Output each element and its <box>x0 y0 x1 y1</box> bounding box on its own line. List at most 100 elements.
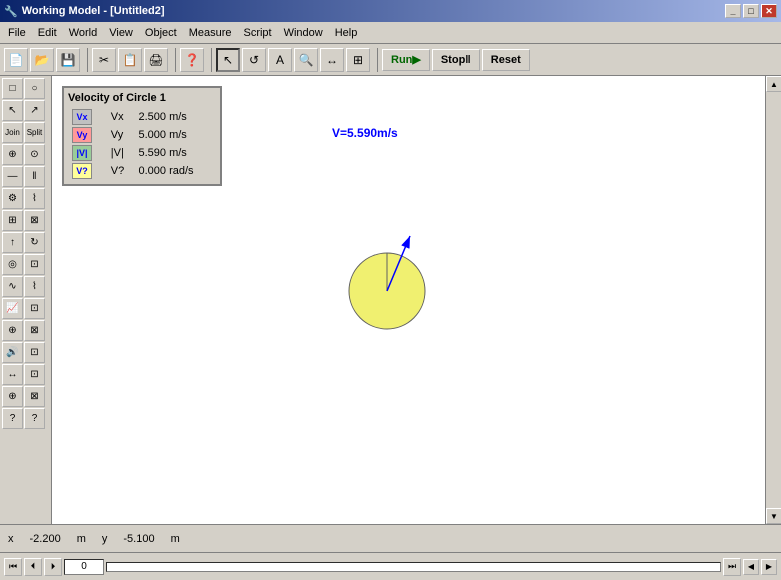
menu-window[interactable]: Window <box>278 25 329 41</box>
sidebar-extra1-tool[interactable]: ⊕ <box>2 386 23 407</box>
sidebar-motor-tool[interactable]: ◎ <box>2 254 23 275</box>
vx-label: Vx <box>107 108 135 126</box>
sidebar-move-tool[interactable]: ↔ <box>2 364 23 385</box>
table-row: Vy Vy 5.000 m/s <box>68 126 216 144</box>
zoom-tool[interactable]: 🔍 <box>294 48 318 72</box>
toolbar-separator-4 <box>374 48 378 72</box>
reset-button[interactable]: Reset <box>482 49 530 71</box>
velocity-panel: Velocity of Circle 1 Vx Vx 2.500 m/s Vy … <box>62 86 222 186</box>
vx-icon-cell: Vx <box>68 108 107 126</box>
table-row: Vx Vx 2.500 m/s <box>68 108 216 126</box>
select-tool[interactable]: ↖ <box>216 48 240 72</box>
toolbar: 📄 📂 💾 ✂ 📋 🖨 ❓ ↖ ↺ A 🔍 ↔ ⊞ Run▶ Stop‖ Res… <box>0 44 781 76</box>
print-button[interactable]: 🖨 <box>144 48 168 72</box>
vm-value: 5.590 m/s <box>135 144 217 162</box>
sidebar-servo-tool[interactable]: ⊡ <box>24 342 45 363</box>
x-unit: m <box>77 533 86 545</box>
cut-button[interactable]: ✂ <box>92 48 116 72</box>
right-scrollbar[interactable]: ▲ ▼ <box>765 76 781 524</box>
sidebar-rect-tool[interactable]: □ <box>2 78 23 99</box>
menu-world[interactable]: World <box>63 25 104 41</box>
va-icon: V? <box>72 163 92 179</box>
menu-help[interactable]: Help <box>329 25 364 41</box>
vy-icon: Vy <box>72 127 92 143</box>
menu-view[interactable]: View <box>103 25 139 41</box>
save-button[interactable]: 💾 <box>56 48 80 72</box>
panel-title: Velocity of Circle 1 <box>68 92 216 104</box>
table-row: V? V? 0.000 rad/s <box>68 162 216 180</box>
scroll-up-button[interactable]: ▲ <box>766 76 781 92</box>
open-button[interactable]: 📂 <box>30 48 54 72</box>
menu-edit[interactable]: Edit <box>32 25 63 41</box>
x-value: -2.200 <box>30 533 61 545</box>
va-value: 0.000 rad/s <box>135 162 217 180</box>
sidebar-join-tool[interactable]: Join <box>2 122 23 143</box>
minimize-button[interactable]: _ <box>725 4 741 18</box>
sidebar-torque-tool[interactable]: ↻ <box>24 232 45 253</box>
sidebar-graph-tool[interactable]: 📈 <box>2 298 23 319</box>
sidebar-slider-tool[interactable]: — <box>2 166 23 187</box>
sidebar-sensor-tool[interactable]: ∿ <box>2 276 23 297</box>
close-button[interactable]: ✕ <box>761 4 777 18</box>
fit-tool[interactable]: ⊞ <box>346 48 370 72</box>
main-layout: □ ○ ↖ ↗ Join Split ⊕ ⊙ — ‖ ⚙ ⌇ ⊞ ⊠ ↑ ↻ <box>0 76 781 524</box>
sidebar-hinge-tool[interactable]: ‖ <box>24 166 45 187</box>
step-forward-button[interactable]: ⏭ <box>723 558 741 576</box>
menu-script[interactable]: Script <box>237 25 277 41</box>
menu-file[interactable]: File <box>2 25 32 41</box>
menu-measure[interactable]: Measure <box>183 25 238 41</box>
sidebar-force-tool[interactable]: ↑ <box>2 232 23 253</box>
sidebar-bottom2-tool[interactable]: ? <box>24 408 45 429</box>
sidebar-actuator-tool[interactable]: ⊡ <box>24 254 45 275</box>
sidebar-gear-tool[interactable]: ⚙ <box>2 188 23 209</box>
play-forward-button[interactable]: ⏵ <box>44 558 62 576</box>
sidebar-charge-tool[interactable]: ⊕ <box>2 320 23 341</box>
maximize-button[interactable]: □ <box>743 4 759 18</box>
sidebar-spring-tool[interactable]: ⌇ <box>24 188 45 209</box>
velocity-label: V=5.590m/s <box>332 126 398 140</box>
pan-tool[interactable]: ↔ <box>320 48 344 72</box>
help-button[interactable]: ❓ <box>180 48 204 72</box>
canvas-area[interactable]: Velocity of Circle 1 Vx Vx 2.500 m/s Vy … <box>52 76 765 524</box>
sidebar-pin-tool[interactable]: ⊕ <box>2 144 23 165</box>
reset-label: Reset <box>491 54 521 66</box>
vy-label: Vy <box>107 126 135 144</box>
rotate-tool[interactable]: ↺ <box>242 48 266 72</box>
sidebar-bottom1-tool[interactable]: ? <box>2 408 23 429</box>
sidebar-scale-tool[interactable]: ⊡ <box>24 364 45 385</box>
sidebar-arrow-tool[interactable]: ↖ <box>2 100 23 121</box>
x-label: x <box>8 533 14 545</box>
new-button[interactable]: 📄 <box>4 48 28 72</box>
toolbar-separator-2 <box>172 48 176 72</box>
stop-button[interactable]: Stop‖ <box>432 49 480 71</box>
sidebar-extra2-tool[interactable]: ⊠ <box>24 386 45 407</box>
sidebar-rotate-tool[interactable]: ↗ <box>24 100 45 121</box>
frame-input[interactable] <box>64 559 104 575</box>
status-bar: x -2.200 m y -5.100 m <box>0 524 781 552</box>
text-tool[interactable]: A <box>268 48 292 72</box>
menu-object[interactable]: Object <box>139 25 183 41</box>
scroll-down-button[interactable]: ▼ <box>766 508 781 524</box>
sidebar-circle-tool[interactable]: ○ <box>24 78 45 99</box>
vx-icon: Vx <box>72 109 92 125</box>
sidebar-split-tool[interactable]: Split <box>24 122 45 143</box>
sidebar-data-tool[interactable]: ⊡ <box>24 298 45 319</box>
scroll-track-vertical[interactable] <box>766 92 781 508</box>
sidebar-field-tool[interactable]: ⊠ <box>24 320 45 341</box>
run-label: Run▶ <box>391 53 421 66</box>
sidebar-pivot-tool[interactable]: ⊙ <box>24 144 45 165</box>
run-button[interactable]: Run▶ <box>382 49 430 71</box>
app-icon: 🔧 <box>4 5 18 18</box>
circle-shape <box>349 253 425 329</box>
step-back-button[interactable]: ⏮ <box>4 558 22 576</box>
progress-track[interactable] <box>106 562 721 572</box>
sidebar-damper-tool[interactable]: ⊞ <box>2 210 23 231</box>
vm-icon: |V| <box>72 145 92 161</box>
sidebar-rope-tool[interactable]: ⊠ <box>24 210 45 231</box>
play-back-button[interactable]: ⏴ <box>24 558 42 576</box>
sidebar-meter-tool[interactable]: ⌇ <box>24 276 45 297</box>
scroll-left-button[interactable]: ◀ <box>743 559 759 575</box>
copy-button[interactable]: 📋 <box>118 48 142 72</box>
sidebar-sound-tool[interactable]: 🔊 <box>2 342 23 363</box>
scroll-right-button[interactable]: ▶ <box>761 559 777 575</box>
